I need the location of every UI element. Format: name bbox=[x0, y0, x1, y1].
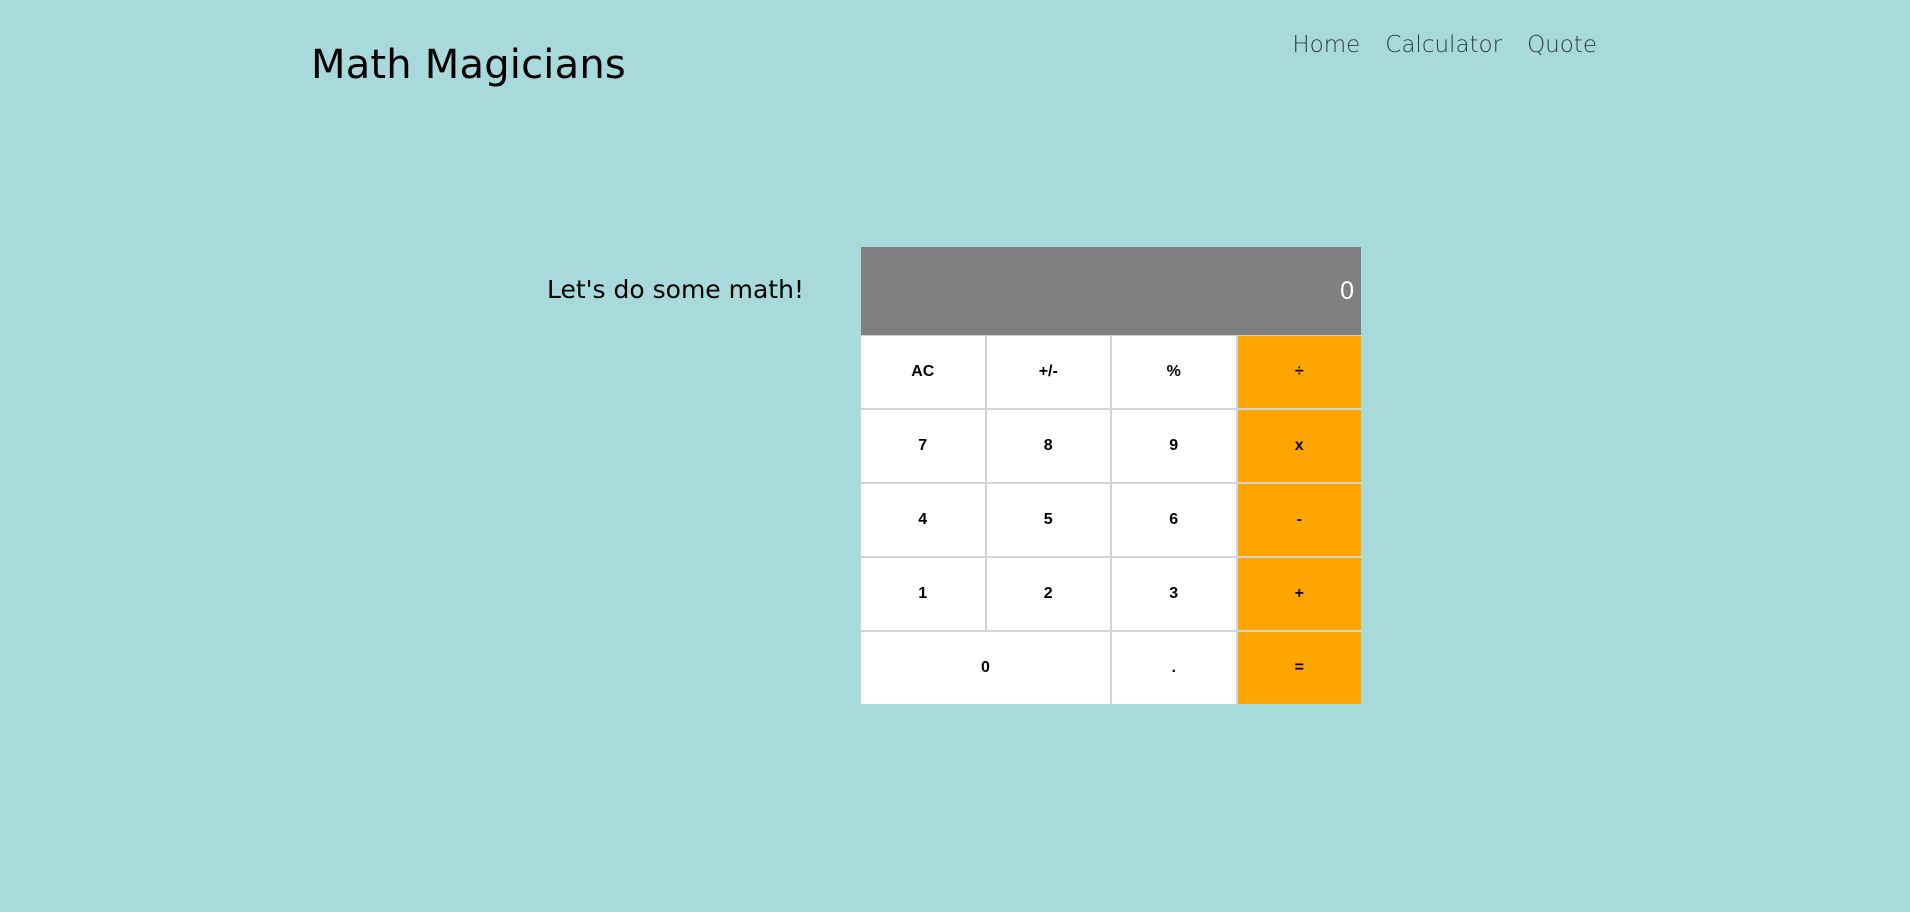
calculator: 0 AC +/- % ÷ 7 8 9 x 4 5 6 - 1 2 3 + 0 .… bbox=[861, 247, 1361, 704]
nav-link-quote[interactable]: Quote bbox=[1527, 28, 1597, 62]
digit-6-button[interactable]: 6 bbox=[1112, 484, 1236, 556]
brand-title: Math Magicians bbox=[311, 42, 626, 88]
nav-link-calculator[interactable]: Calculator bbox=[1385, 28, 1502, 62]
digit-7-button[interactable]: 7 bbox=[861, 410, 985, 482]
digit-5-button[interactable]: 5 bbox=[986, 484, 1110, 556]
toggle-sign-button[interactable]: +/- bbox=[986, 336, 1110, 408]
add-button[interactable]: + bbox=[1237, 558, 1361, 630]
all-clear-button[interactable]: AC bbox=[861, 336, 985, 408]
digit-1-button[interactable]: 1 bbox=[861, 558, 985, 630]
digit-0-button[interactable]: 0 bbox=[861, 632, 1110, 704]
divide-button[interactable]: ÷ bbox=[1237, 336, 1361, 408]
equals-button[interactable]: = bbox=[1237, 632, 1361, 704]
digit-3-button[interactable]: 3 bbox=[1112, 558, 1236, 630]
nav-link-home[interactable]: Home bbox=[1292, 28, 1360, 62]
digit-4-button[interactable]: 4 bbox=[861, 484, 985, 556]
main-nav: Home Calculator Quote bbox=[1292, 28, 1597, 62]
percent-button[interactable]: % bbox=[1112, 336, 1236, 408]
digit-2-button[interactable]: 2 bbox=[986, 558, 1110, 630]
calculator-display: 0 bbox=[861, 247, 1361, 335]
digit-9-button[interactable]: 9 bbox=[1112, 410, 1236, 482]
digit-8-button[interactable]: 8 bbox=[986, 410, 1110, 482]
decimal-button[interactable]: . bbox=[1112, 632, 1236, 704]
subtract-button[interactable]: - bbox=[1237, 484, 1361, 556]
multiply-button[interactable]: x bbox=[1237, 410, 1361, 482]
intro-heading: Let's do some math! bbox=[547, 275, 804, 304]
page: Math Magicians Home Calculator Quote Let… bbox=[0, 0, 1910, 912]
calculator-keypad: AC +/- % ÷ 7 8 9 x 4 5 6 - 1 2 3 + 0 . = bbox=[861, 335, 1361, 704]
